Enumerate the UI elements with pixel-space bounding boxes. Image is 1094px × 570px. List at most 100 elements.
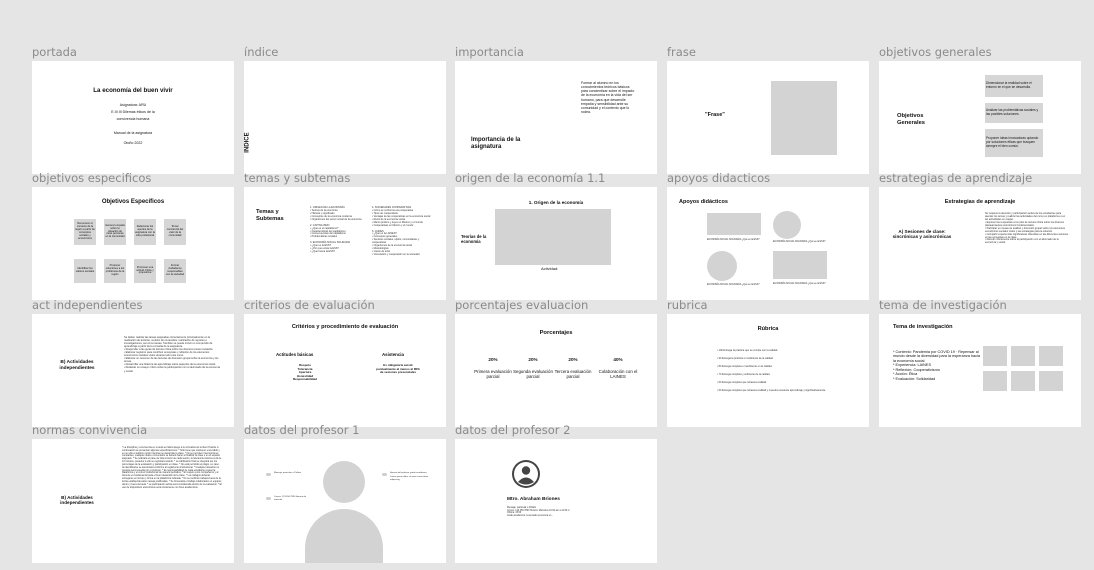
slide-cell-criterios[interactable]: criterios de evaluación Critérios y proc… (244, 298, 446, 427)
slide-title: Temas y Subtemas (256, 209, 284, 222)
slide-cell-objetivos-especificos[interactable]: objetivos especificos Objetivos Específi… (32, 171, 234, 300)
objective-box: Relacionar los aportes de la asignatura … (134, 219, 156, 245)
attendance-text: Es obligatoria asistir puntualmente al m… (376, 363, 420, 375)
slide-text: Manual de la asignatura (113, 131, 153, 135)
activity-label: Actividad: (541, 266, 559, 271)
objective-box: Tomar conciencia del valor de la comunid… (164, 219, 186, 245)
slide-cell-portada[interactable]: portada La economía del buen vivir Asign… (32, 45, 234, 174)
objective-box: Proponer soluciones a los problemas de l… (104, 259, 126, 283)
slide-text: E.III III Dilemas éticos de la (111, 110, 155, 114)
slide-thumbnail[interactable]: La economía del buen vivir Asignatura: A… (32, 61, 234, 174)
objective-box: Reconocer el contexto de la región a par… (74, 219, 96, 245)
slide-cell-tema-investigacion[interactable]: tema de investigación Tema de investigac… (879, 298, 1081, 427)
slide-thumbnail[interactable]: Objetivos Generales Dimensionar la reali… (879, 61, 1081, 174)
slide-title: Objetivos Específicos (101, 199, 165, 205)
note-dot (266, 497, 271, 500)
slide-label: índice (244, 45, 279, 59)
objective-box: Generar empatía sobre la situación de ot… (104, 219, 126, 245)
slide-cell-estrategias[interactable]: estrategias de aprendizaje Estrategias d… (879, 171, 1081, 300)
slide-label: porcentajes evaluacion (455, 298, 589, 312)
percentage-label: Tercera evaluación parcial (554, 369, 592, 380)
slide-text: Otoño 2022 (123, 141, 143, 145)
slide-label: datos del profesor 2 (455, 423, 571, 437)
slide-thumbnail[interactable]: 1. Origen de la economía Teorías de la e… (455, 187, 657, 300)
slide-cell-objetivos-generales[interactable]: objetivos generales Objetivos Generales … (879, 45, 1081, 174)
slide-thumbnail[interactable]: Tema de investigación * Contexto: Pandem… (879, 314, 1081, 427)
slide-body: Formar al alumno en los conocimientos te… (581, 81, 635, 114)
slide-thumbnail[interactable]: Objetivos Específicos Reconocer el conte… (32, 187, 234, 300)
slide-cell-origen[interactable]: origen de la economía 1.1 1. Origen de l… (455, 171, 657, 300)
objective-box: Formar ciudadanos responsables con la so… (164, 259, 186, 283)
slide-thumbnail[interactable]: Mtro. Abraham Briones Mensaje: particula… (455, 439, 657, 563)
user-avatar-icon (512, 460, 540, 488)
topics-column: 1. ORIGEN DE LA ECONOMÍA • Teorías de la… (310, 206, 362, 254)
slide-label: portada (32, 45, 77, 59)
slide-thumbnail[interactable]: Formar al alumno en los conocimientos te… (455, 61, 657, 174)
slide-thumbnail[interactable]: Temas y Subtemas 1. ORIGEN DE LA ECONOMÍ… (244, 187, 446, 300)
slide-label: act independientes (32, 298, 143, 312)
percentage-value: 20% (528, 357, 538, 362)
slide-cell-apoyos[interactable]: apoyos didacticos Apoyos didácticos ECON… (667, 171, 869, 300)
slide-title: Estrategias de aprendizaje (944, 199, 1016, 205)
slide-title: 1. Origen de la economía (528, 200, 584, 205)
slide-cell-temas[interactable]: temas y subtemas Temas y Subtemas 1. ORI… (244, 171, 446, 300)
slide-cell-profesor-2[interactable]: datos del profesor 2 Mtro. Abraham Brion… (455, 423, 657, 563)
slide-thumbnail[interactable]: Critérios y procedimiento de evaluación … (244, 314, 446, 427)
slide-body: Se deben realizar las tareas asignadas c… (124, 336, 220, 373)
slide-label: importancia (455, 45, 524, 59)
slide-text: Asignatura: ARU (119, 103, 147, 107)
note-text: Lorem ipsum dolor sit amet consectetur a… (390, 476, 429, 481)
slide-body: Se requiere la atención y participación … (985, 212, 1069, 245)
image-placeholder (983, 371, 1007, 391)
image-placeholder (773, 211, 801, 239)
image-placeholder (1011, 346, 1035, 366)
slide-thumbnail[interactable]: Estrategias de aprendizaje A) Sesiones d… (879, 187, 1081, 300)
professor-name: Mtro. Abraham Briones (507, 497, 560, 502)
rubric-item: • 60 Entrega completa que rebasa la cali… (717, 381, 767, 384)
slide-label: objetivos generales (879, 45, 992, 59)
image-caption: ECONOMÍA SOCIAL SOLIDARIA ¿Qué es la ESS… (773, 283, 826, 285)
slide-title: Critérios y procedimiento de evaluación (291, 324, 399, 330)
rubric-item: • 70 Entrega completa y suficiente de la… (717, 373, 771, 376)
percentage-value: 20% (488, 357, 498, 362)
slide-cell-indice[interactable]: índice ÍNDICE (244, 45, 446, 174)
slide-thumbnail[interactable]: ÍNDICE (244, 61, 446, 174)
slide-cell-normas[interactable]: normas convivencia B) Actividades indepe… (32, 423, 234, 563)
slide-title: "Frase" (705, 112, 725, 118)
image-placeholder (495, 209, 611, 265)
slide-thumbnail[interactable]: Mensaje particular o Pollato Correo: 123… (244, 439, 446, 563)
image-placeholder (773, 251, 827, 279)
slide-subtitle: A) Sesiones de clase: sincrónicas y asin… (892, 229, 952, 240)
slide-cell-porcentajes[interactable]: porcentajes evaluacion Porcentajes 20% 2… (455, 298, 657, 427)
slide-title: Importancia de la asignatura (471, 137, 521, 151)
percentage-label: Segunda evaluación parcial (513, 369, 553, 380)
note-text: Horario del profesor grado académico (390, 472, 427, 474)
percentage-label: Colaboración con el LAINES (598, 369, 638, 380)
slide-cell-rubrica[interactable]: rubrica Rúbrica • 100 Entrega la práctic… (667, 298, 869, 427)
slide-label: temas y subtemas (244, 171, 351, 185)
slide-thumbnail[interactable]: Apoyos didácticos ECONOMÍA SOCIAL SOLIDA… (667, 187, 869, 300)
percentage-value: 40% (613, 357, 623, 362)
slide-title: Porcentajes (539, 330, 573, 336)
slide-thumbnail[interactable]: Porcentajes 20% 20% 20% 40% Primera eval… (455, 314, 657, 427)
slide-thumbnail[interactable]: Rúbrica • 100 Entrega la práctica que se… (667, 314, 869, 427)
percentage-value: 20% (568, 357, 578, 362)
slide-body: * La disciplina y convivencia en el aula… (122, 446, 222, 489)
slide-cell-frase[interactable]: frase "Frase" (667, 45, 869, 174)
slide-title: La economía del buen vivir (93, 87, 173, 94)
slide-subtitle: Teorías de la economía (461, 234, 487, 244)
percentage-label: Primera evaluación parcial (474, 369, 512, 380)
note-dot (382, 473, 387, 476)
slide-cell-profesor-1[interactable]: datos del profesor 1 Mensaje particular … (244, 423, 446, 563)
slide-label: normas convivencia (32, 423, 148, 437)
slide-cell-importancia[interactable]: importancia Formar al alumno en los cono… (455, 45, 657, 174)
image-caption: ECONOMÍA SOCIAL SOLIDARIA ¿Qué es la ESS… (707, 284, 760, 286)
objective-box: Analizar las problemáticas sociales y la… (985, 103, 1043, 123)
image-placeholder (983, 346, 1007, 366)
slide-title: B) Actividades independientes (60, 495, 94, 506)
slide-thumbnail[interactable]: "Frase" (667, 61, 869, 174)
slide-thumbnail[interactable]: B) Actividades independientes Se deben r… (32, 314, 234, 427)
slide-cell-act-independientes[interactable]: act independientes B) Actividades indepe… (32, 298, 234, 427)
slide-thumbnail[interactable]: B) Actividades independientes * La disci… (32, 439, 234, 563)
column-heading: Asistencia (382, 352, 404, 357)
